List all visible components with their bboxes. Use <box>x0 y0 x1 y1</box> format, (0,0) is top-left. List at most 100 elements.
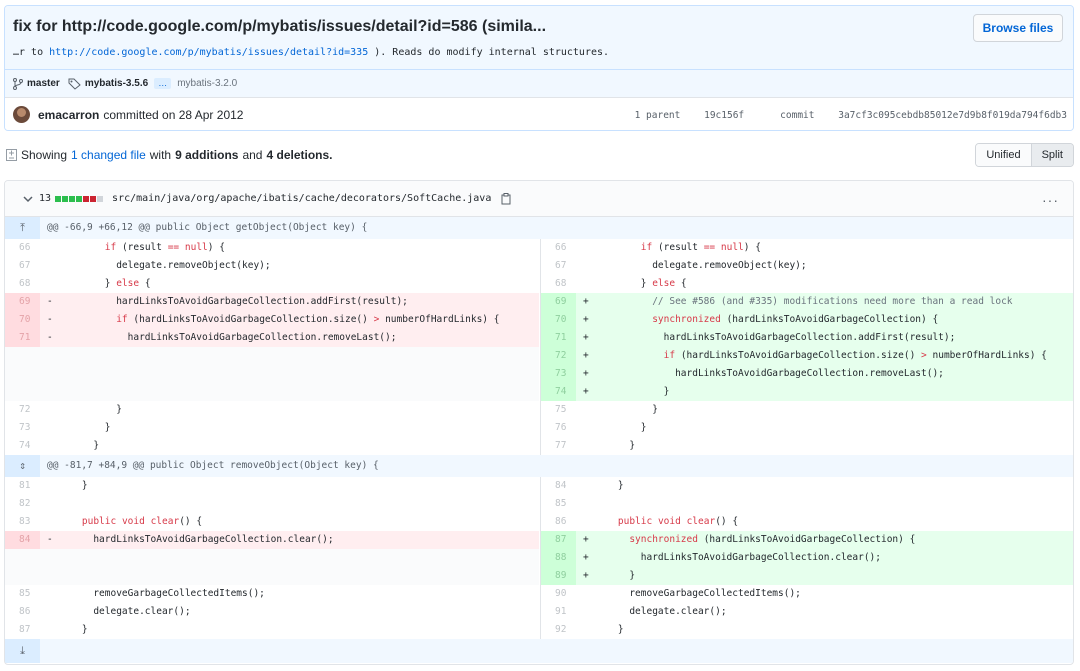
code-token: { <box>675 278 687 289</box>
line-number[interactable]: 91 <box>541 603 576 621</box>
line-number[interactable]: 71 <box>5 329 40 347</box>
right-diff-cell: 74 + } <box>540 383 1073 401</box>
line-number[interactable]: 72 <box>541 347 576 365</box>
showing-label: Showing <box>21 148 68 162</box>
tags-ellipsis-button[interactable]: … <box>154 78 172 89</box>
code-line: if (hardLinksToAvoidGarbageCollection.si… <box>595 347 1047 365</box>
deletions-count: 4 deletions. <box>266 148 333 162</box>
right-diff-cell: 92 } <box>540 621 1073 639</box>
branch-item[interactable]: master <box>13 77 60 90</box>
left-diff-cell: 82 <box>5 495 539 513</box>
left-diff-cell <box>5 347 539 365</box>
committed-text: committed on 28 Apr 2012 <box>103 107 244 122</box>
line-number[interactable]: 70 <box>5 311 40 329</box>
right-diff-cell: 71 + hardLinksToAvoidGarbageCollection.ad… <box>540 329 1073 347</box>
author-row: emacarron committed on 28 Apr 2012 1 par… <box>5 97 1073 130</box>
file-path[interactable]: src/main/java/org/apache/ibatis/cache/de… <box>112 193 491 204</box>
line-number[interactable]: 86 <box>5 603 40 621</box>
right-diff-cell: 77 } <box>540 437 1073 455</box>
line-number[interactable]: 85 <box>541 495 576 513</box>
line-number[interactable]: 81 <box>5 477 40 495</box>
code-token: } <box>595 570 636 581</box>
line-number[interactable]: 70 <box>541 311 576 329</box>
line-number[interactable]: 66 <box>5 239 40 257</box>
line-number[interactable]: 76 <box>541 419 576 437</box>
line-number[interactable]: 82 <box>5 495 40 513</box>
parent-sha-link[interactable]: 19c156f <box>704 110 744 121</box>
line-number[interactable]: 74 <box>541 383 576 401</box>
left-diff-cell: 85 removeGarbageCollectedItems(); <box>5 585 539 603</box>
code-token: ) { <box>743 242 761 253</box>
diff-row: 71- hardLinksToAvoidGarbageCollection.re… <box>5 329 1073 347</box>
line-number[interactable]: 88 <box>541 549 576 567</box>
code-token: (hardLinksToAvoidGarbageCollection.size(… <box>127 314 374 325</box>
right-diff-cell: 89 + } <box>540 567 1073 585</box>
code-token: } <box>595 404 658 415</box>
tag-last[interactable]: mybatis-3.2.0 <box>177 78 237 89</box>
line-number[interactable]: 66 <box>541 239 576 257</box>
line-number[interactable]: 87 <box>541 531 576 549</box>
line-number[interactable]: 92 <box>541 621 576 639</box>
addition-marker: + <box>583 368 589 379</box>
code-token: if <box>116 314 128 325</box>
line-number[interactable]: 74 <box>5 437 40 455</box>
author-name[interactable]: emacarron <box>38 108 99 122</box>
expand-down-icon[interactable]: ⤓ <box>5 639 40 663</box>
tag-first[interactable]: mybatis-3.5.6 <box>85 78 148 89</box>
expand-up-icon[interactable]: ⤒ <box>5 217 40 239</box>
changed-files-link[interactable]: 1 changed file <box>71 148 146 162</box>
right-diff-cell: 86 public void clear() { <box>540 513 1073 531</box>
line-number[interactable]: 73 <box>5 419 40 437</box>
diff-row: 74 } 77 } <box>5 437 1073 455</box>
line-number[interactable]: 68 <box>541 275 576 293</box>
commit-description-prefix: …r to <box>13 47 50 58</box>
line-number[interactable]: 72 <box>5 401 40 419</box>
line-number[interactable]: 69 <box>541 293 576 311</box>
code-line: } <box>595 401 658 419</box>
diff-row: 85 removeGarbageCollectedItems(); 90 remo… <box>5 585 1073 603</box>
code-line: synchronized (hardLinksToAvoidGarbageCol… <box>595 311 938 329</box>
addition-marker: + <box>583 570 589 581</box>
line-number[interactable]: 85 <box>5 585 40 603</box>
line-number[interactable]: 73 <box>541 365 576 383</box>
line-number[interactable]: 75 <box>541 401 576 419</box>
diff-view-toggle: Unified Split <box>975 143 1074 167</box>
line-number[interactable]: 71 <box>541 329 576 347</box>
addition-marker: + <box>583 296 589 307</box>
code-line: delegate.clear(); <box>59 603 190 621</box>
line-number[interactable]: 84 <box>541 477 576 495</box>
line-number[interactable]: 86 <box>541 513 576 531</box>
line-number[interactable]: 77 <box>541 437 576 455</box>
left-diff-cell: 84- hardLinksToAvoidGarbageCollection.cl… <box>5 531 539 549</box>
unified-view-button[interactable]: Unified <box>976 144 1031 166</box>
diff-row: 83 public void clear() {86 public void c… <box>5 513 1073 531</box>
code-line: } <box>595 477 624 495</box>
line-number[interactable]: 90 <box>541 585 576 603</box>
split-view-button[interactable]: Split <box>1030 144 1073 166</box>
line-number[interactable]: 83 <box>5 513 40 531</box>
line-number[interactable]: 84 <box>5 531 40 549</box>
line-number[interactable]: 67 <box>541 257 576 275</box>
line-number[interactable]: 68 <box>5 275 40 293</box>
diffstat-block-del <box>90 195 97 202</box>
right-diff-cell: 85 <box>540 495 1073 513</box>
branch-icon <box>13 77 23 90</box>
line-number[interactable]: 89 <box>541 567 576 585</box>
issue-link[interactable]: http://code.google.com/p/mybatis/issues/… <box>49 47 368 58</box>
copy-path-icon[interactable] <box>501 192 511 205</box>
avatar[interactable] <box>13 106 30 123</box>
file-options-button[interactable]: ··· <box>1042 192 1059 208</box>
line-number[interactable]: 67 <box>5 257 40 275</box>
code-token: removeGarbageCollectedItems(); <box>59 588 265 599</box>
collapse-chevron-icon[interactable] <box>23 195 33 203</box>
expand-both-icon[interactable]: ⇕ <box>5 455 40 477</box>
code-line: } <box>59 621 88 639</box>
line-number[interactable]: 69 <box>5 293 40 311</box>
browse-files-button[interactable]: Browse files <box>973 14 1063 42</box>
line-number[interactable]: 87 <box>5 621 40 639</box>
